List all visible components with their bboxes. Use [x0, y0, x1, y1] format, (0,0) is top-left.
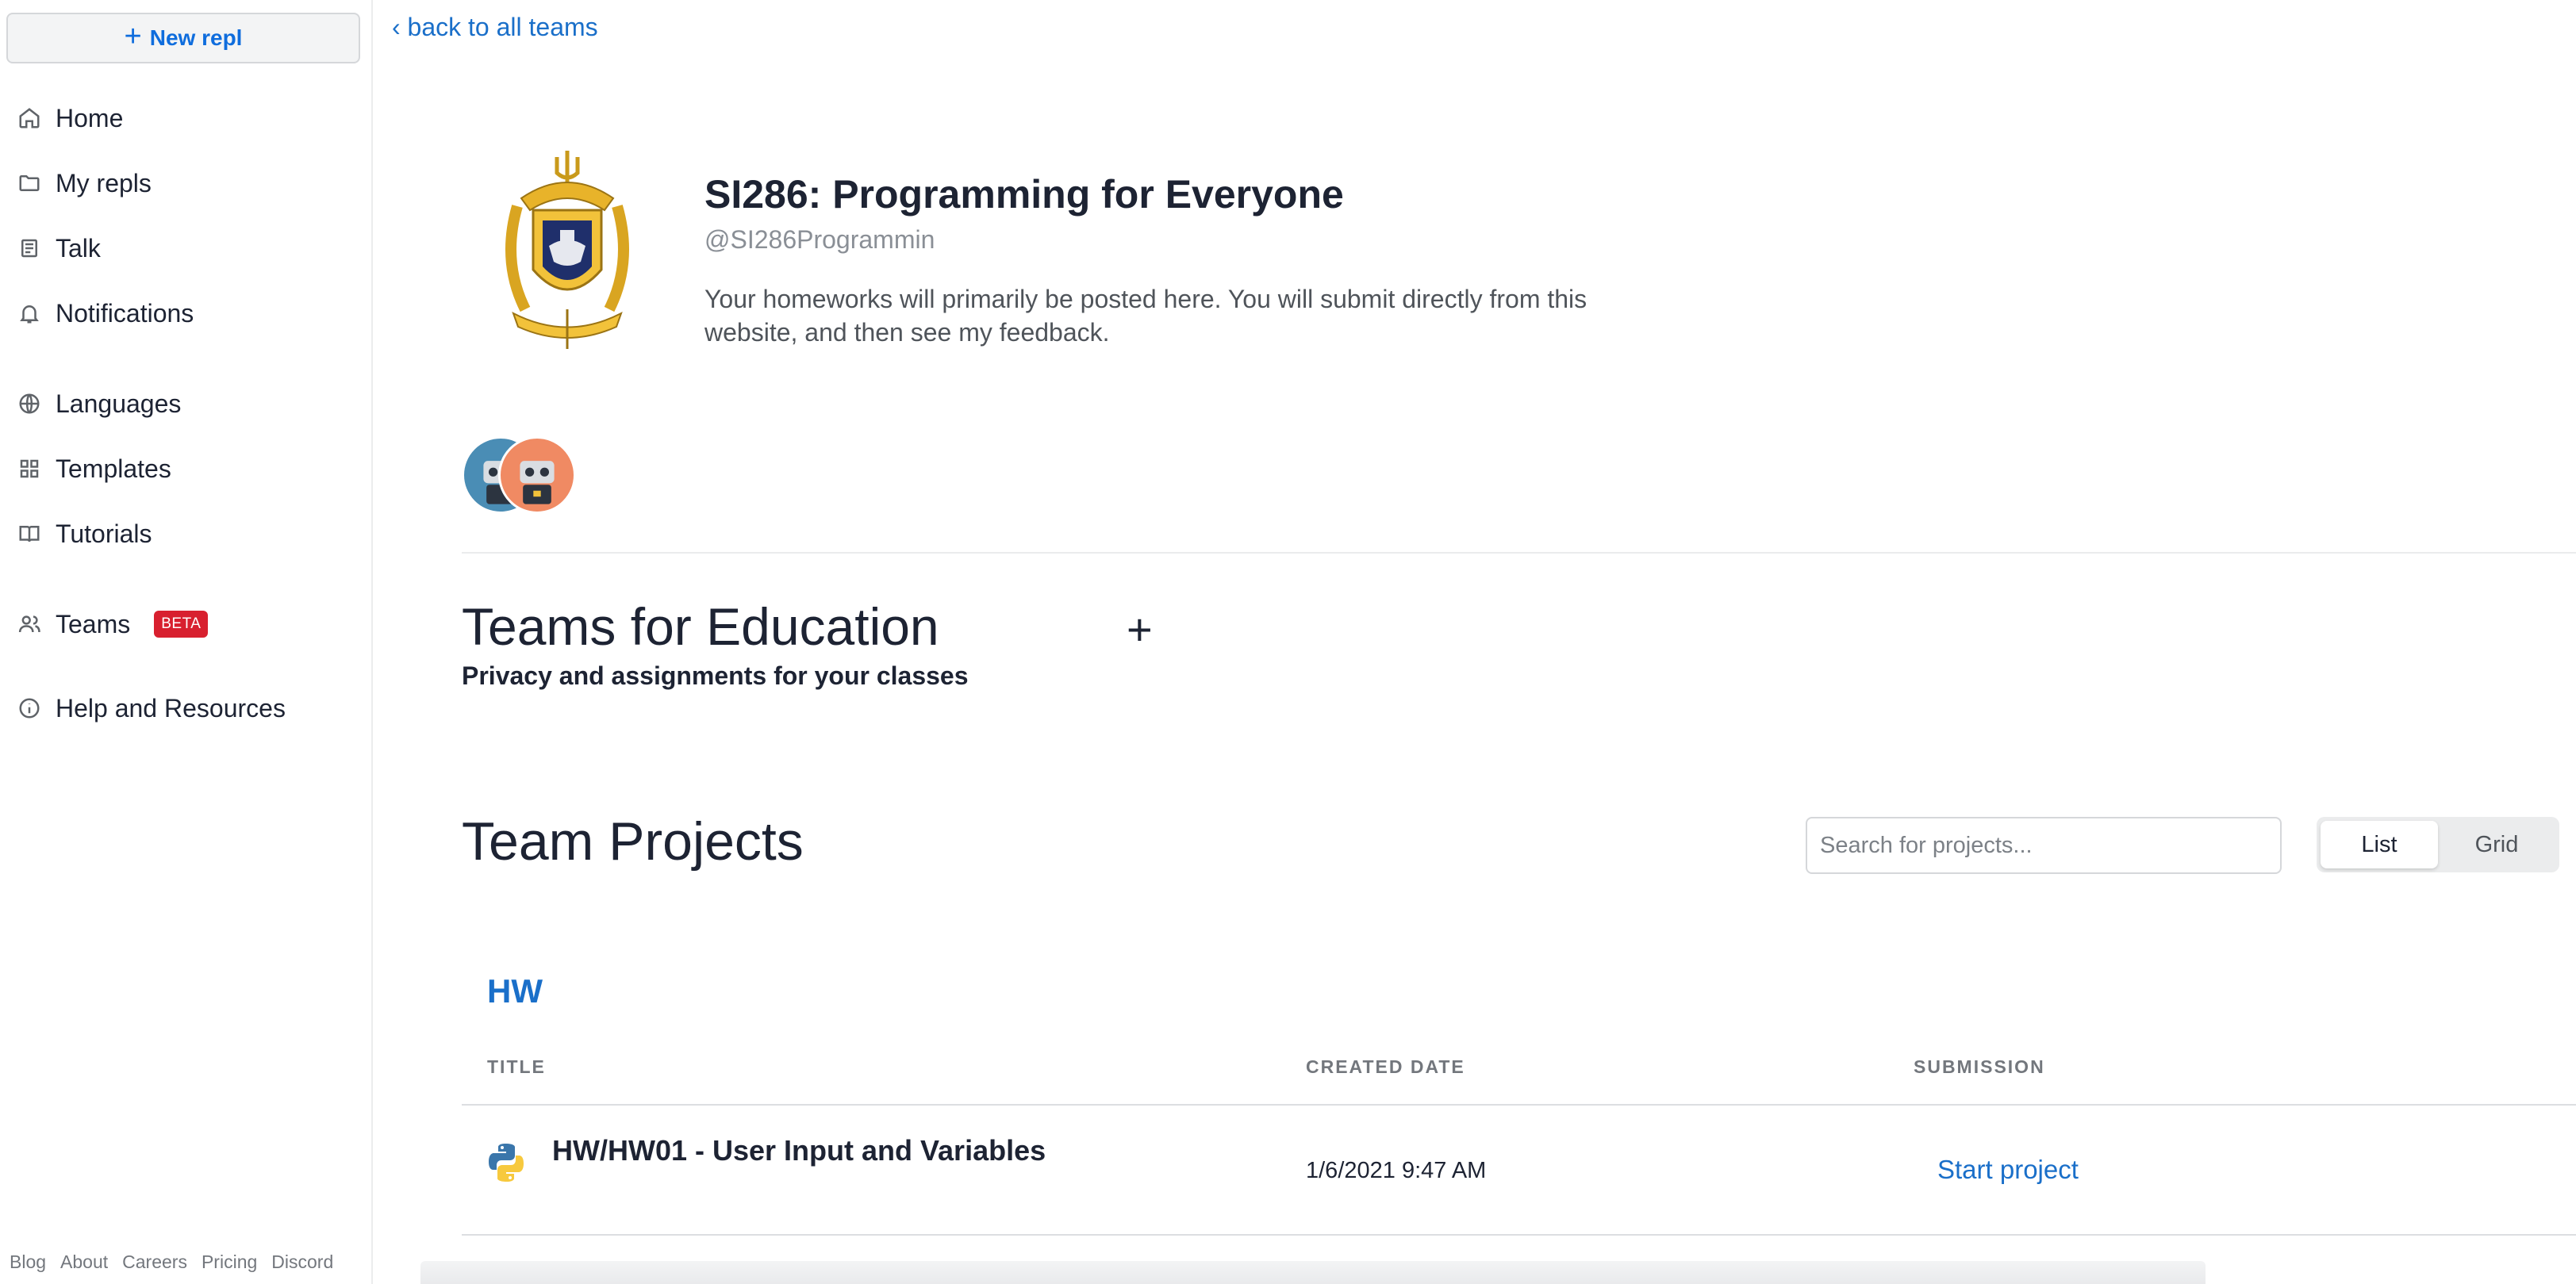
- project-title[interactable]: HW/HW01 - User Input and Variables: [552, 1134, 1046, 1167]
- sidebar-item-home[interactable]: Home: [17, 98, 123, 138]
- book-icon: [19, 526, 40, 542]
- plus-icon: +: [124, 20, 142, 53]
- sidebar: + New repl Home My repls Talk Notificati…: [0, 0, 373, 1284]
- start-project-button[interactable]: Start project: [1937, 1155, 2079, 1185]
- new-repl-button[interactable]: + New repl: [6, 13, 360, 63]
- sidebar-item-label: My repls: [56, 168, 152, 197]
- table-divider: [462, 1104, 2576, 1106]
- project-search: [1806, 817, 2282, 874]
- sidebar-item-label: Notifications: [56, 298, 194, 328]
- footer-link-about[interactable]: About: [60, 1251, 108, 1273]
- project-group-title[interactable]: HW: [487, 972, 543, 1010]
- python-icon: [489, 1144, 524, 1182]
- sidebar-item-help[interactable]: Help and Resources: [17, 688, 286, 728]
- table-divider: [462, 1234, 2576, 1236]
- sidebar-item-templates[interactable]: Templates: [17, 449, 171, 489]
- add-education-button[interactable]: +: [1127, 608, 1153, 652]
- team-title: SI286: Programming for Everyone: [704, 172, 1344, 217]
- sidebar-item-tutorials[interactable]: Tutorials: [17, 514, 152, 554]
- talk-icon: [21, 239, 37, 258]
- team-description: Your homeworks will primarily be posted …: [704, 285, 1587, 347]
- education-title: Teams for Education: [462, 597, 939, 656]
- footer-link-discord[interactable]: Discord: [271, 1251, 333, 1273]
- column-header-submission: SUBMISSION: [1914, 1056, 2045, 1077]
- sidebar-item-label: Home: [56, 103, 124, 132]
- footer-link-pricing[interactable]: Pricing: [202, 1251, 257, 1273]
- templates-icon: [20, 459, 39, 478]
- new-repl-label: New repl: [149, 25, 243, 50]
- view-toggle: List Grid: [2317, 817, 2559, 872]
- footer-link-blog[interactable]: Blog: [10, 1251, 46, 1273]
- sidebar-item-label: Help and Resources: [56, 693, 286, 722]
- sidebar-item-languages[interactable]: Languages: [17, 384, 181, 424]
- folder-icon: [19, 175, 40, 191]
- globe-icon: [19, 393, 40, 414]
- column-header-created-date: CREATED DATE: [1306, 1056, 1465, 1077]
- bell-icon: [20, 305, 39, 324]
- sidebar-item-label: Tutorials: [56, 519, 152, 548]
- beta-badge: BETA: [154, 611, 209, 638]
- sidebar-item-label: Languages: [56, 389, 182, 418]
- education-subtitle: Privacy and assignments for your classes: [462, 661, 969, 690]
- robot-avatar-icon: [520, 461, 555, 504]
- project-created-date: 1/6/2021 9:47 AM: [1306, 1158, 1487, 1183]
- sidebar-footer: Blog About Careers Pricing Discord: [10, 1251, 333, 1273]
- home-icon: [19, 108, 40, 128]
- sidebar-item-label: Talk: [56, 233, 101, 263]
- bottom-panel-edge: [420, 1261, 2206, 1284]
- team-handle: @SI286Programmin: [704, 225, 935, 254]
- sidebar-item-notifications[interactable]: Notifications: [17, 293, 194, 333]
- footer-link-careers[interactable]: Careers: [122, 1251, 187, 1273]
- projects-title: Team Projects: [462, 811, 804, 872]
- view-grid-button[interactable]: Grid: [2438, 821, 2555, 868]
- column-header-title: TITLE: [487, 1056, 546, 1077]
- team-members: [462, 436, 589, 516]
- back-to-teams-link[interactable]: ‹ back to all teams: [392, 13, 598, 42]
- team-logo: [505, 151, 629, 349]
- sidebar-item-my-repls[interactable]: My repls: [17, 163, 152, 203]
- section-divider: [462, 552, 2576, 554]
- sidebar-item-teams[interactable]: Teams BETA: [17, 604, 209, 644]
- app-root: + New repl Home My repls Talk Notificati…: [0, 0, 2576, 1284]
- info-icon: [19, 698, 40, 719]
- search-input[interactable]: [1820, 832, 2267, 859]
- view-list-button[interactable]: List: [2321, 821, 2438, 868]
- sidebar-item-label: Teams: [56, 609, 131, 638]
- sidebar-item-talk[interactable]: Talk: [17, 228, 101, 268]
- users-icon: [18, 615, 40, 633]
- avatar[interactable]: [498, 436, 576, 514]
- sidebar-item-label: Templates: [56, 454, 171, 483]
